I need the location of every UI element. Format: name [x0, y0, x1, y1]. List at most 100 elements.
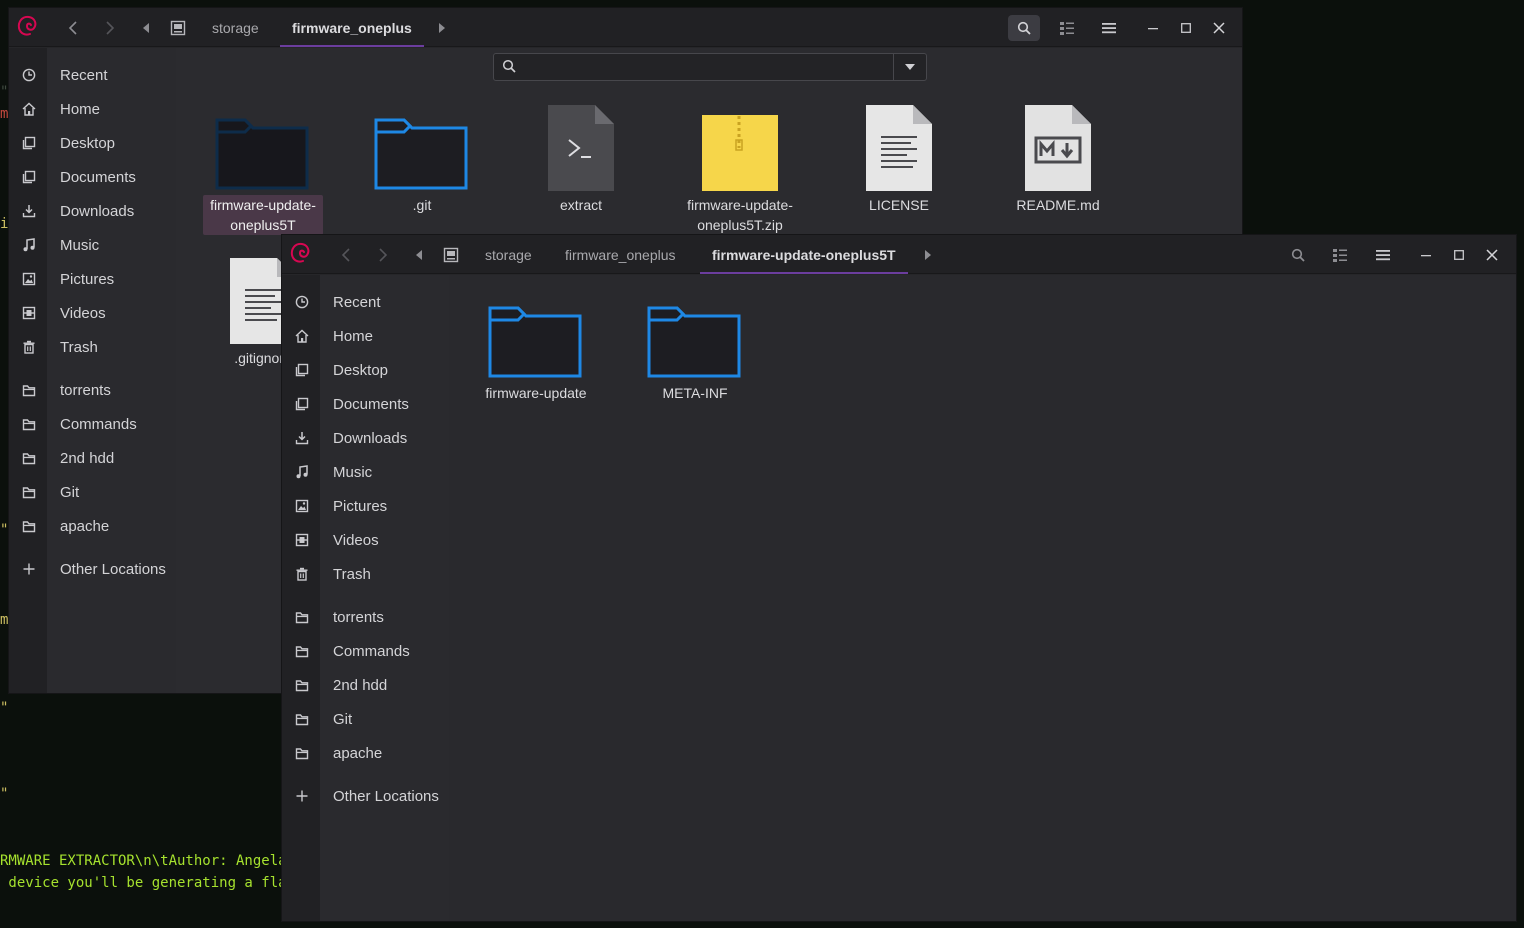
- sidebar-item-trash[interactable]: Trash: [9, 330, 176, 364]
- menu-button[interactable]: [1367, 242, 1399, 268]
- sidebar-item-torrents[interactable]: torrents: [282, 600, 449, 634]
- plus-icon: [294, 788, 310, 804]
- search-toggle-button[interactable]: [1282, 242, 1314, 268]
- sidebar-item-desktop[interactable]: Desktop: [9, 126, 176, 160]
- file-item[interactable]: firmware-update-oneplus5T.zip: [680, 100, 800, 240]
- sidebar-item-home[interactable]: Home: [282, 319, 449, 353]
- window-titlebar[interactable]: storage firmware_oneplus: [9, 8, 1242, 47]
- sidebar-item-git[interactable]: Git: [9, 475, 176, 509]
- sidebar-item-git[interactable]: Git: [282, 702, 449, 736]
- maximize-button[interactable]: [1443, 242, 1475, 268]
- sidebar-item-home[interactable]: Home: [9, 92, 176, 126]
- folder-icon: [294, 609, 310, 625]
- sidebar-item-torrents[interactable]: torrents: [9, 373, 176, 407]
- home-icon: [294, 328, 310, 344]
- sidebar-item-commands[interactable]: Commands: [9, 407, 176, 441]
- script-file-icon: [521, 100, 641, 192]
- path-scroll-right-button[interactable]: [427, 15, 457, 41]
- path-scroll-left-button[interactable]: [131, 15, 161, 41]
- sidebar-item-videos[interactable]: Videos: [9, 296, 176, 330]
- breadcrumb-storage[interactable]: storage: [208, 8, 263, 47]
- drive-icon[interactable]: [162, 15, 194, 41]
- sidebar-item-downloads[interactable]: Downloads: [9, 194, 176, 228]
- folder-icon: [21, 518, 37, 534]
- file-item[interactable]: LICENSE: [839, 100, 959, 240]
- sidebar-item-recent[interactable]: Recent: [282, 285, 449, 319]
- debian-logo-icon: [285, 239, 315, 269]
- sidebar-item-desktop[interactable]: Desktop: [282, 353, 449, 387]
- window-titlebar[interactable]: storage firmware_oneplus firmware-update…: [282, 235, 1516, 274]
- folder-icon: [362, 100, 482, 192]
- sidebar-item-label: 2nd hdd: [333, 676, 388, 694]
- downloads-icon: [21, 203, 37, 219]
- minimize-button[interactable]: [1410, 242, 1442, 268]
- sidebar-item-pictures[interactable]: Pictures: [282, 489, 449, 523]
- zip-file-icon: [680, 100, 800, 192]
- view-options-button[interactable]: [1324, 242, 1356, 268]
- sidebar-item-documents[interactable]: Documents: [282, 387, 449, 421]
- file-view[interactable]: firmware-update META-INF: [449, 275, 1516, 921]
- file-item[interactable]: README.md: [998, 100, 1118, 240]
- file-manager-window-front[interactable]: storage firmware_oneplus firmware-update…: [281, 234, 1517, 922]
- file-name: firmware-update: [485, 385, 587, 401]
- back-button[interactable]: [57, 15, 89, 41]
- sidebar-item-pictures[interactable]: Pictures: [9, 262, 176, 296]
- minimize-button[interactable]: [1137, 15, 1169, 41]
- sidebar-item-other-locations[interactable]: Other Locations: [9, 552, 176, 586]
- drive-icon[interactable]: [435, 242, 467, 268]
- sidebar-item-2nd-hdd[interactable]: 2nd hdd: [282, 668, 449, 702]
- sidebar-item-label: Videos: [60, 304, 106, 322]
- forward-button[interactable]: [94, 15, 126, 41]
- sidebar-item-other-locations[interactable]: Other Locations: [282, 779, 449, 813]
- forward-button[interactable]: [367, 242, 399, 268]
- back-button[interactable]: [330, 242, 362, 268]
- sidebar-item-label: Trash: [60, 338, 98, 356]
- sidebar-item-label: Downloads: [60, 202, 135, 220]
- sidebar-item-label: torrents: [60, 381, 111, 399]
- maximize-button[interactable]: [1170, 15, 1202, 41]
- path-scroll-left-button[interactable]: [404, 242, 434, 268]
- sidebar-item-trash[interactable]: Trash: [282, 557, 449, 591]
- folder-icon: [21, 450, 37, 466]
- search-dropdown-button[interactable]: [893, 54, 926, 80]
- documents-icon: [21, 169, 37, 185]
- sidebar-item-videos[interactable]: Videos: [282, 523, 449, 557]
- search-bar[interactable]: [493, 53, 927, 81]
- breadcrumb-firmware-oneplus[interactable]: firmware_oneplus: [561, 235, 680, 274]
- sidebar-item-downloads[interactable]: Downloads: [282, 421, 449, 455]
- sidebar-item-apache[interactable]: apache: [9, 509, 176, 543]
- close-button[interactable]: [1476, 242, 1508, 268]
- text-file-icon: [839, 100, 959, 192]
- path-scroll-right-button[interactable]: [913, 242, 943, 268]
- breadcrumb-firmware-update-oneplus5t[interactable]: firmware-update-oneplus5T: [700, 235, 908, 274]
- sidebar-item-label: apache: [60, 517, 110, 535]
- menu-button[interactable]: [1093, 15, 1125, 41]
- breadcrumb-firmware-oneplus[interactable]: firmware_oneplus: [280, 8, 424, 47]
- markdown-file-icon: [998, 100, 1118, 192]
- file-item[interactable]: .git: [362, 100, 482, 240]
- desktop-icon: [21, 135, 37, 151]
- breadcrumb-storage[interactable]: storage: [481, 235, 536, 274]
- sidebar-item-label: apache: [333, 744, 383, 762]
- sidebar-item-2nd-hdd[interactable]: 2nd hdd: [9, 441, 176, 475]
- sidebar-item-documents[interactable]: Documents: [9, 160, 176, 194]
- sidebar-item-label: Pictures: [60, 270, 115, 288]
- sidebar-item-apache[interactable]: apache: [282, 736, 449, 770]
- sidebar-item-label: Other Locations: [333, 787, 439, 805]
- file-item[interactable]: META-INF: [635, 288, 755, 428]
- desktop-icon: [294, 362, 310, 378]
- sidebar-item-music[interactable]: Music: [9, 228, 176, 262]
- folder-icon: [294, 677, 310, 693]
- sidebar-item-label: Commands: [60, 415, 137, 433]
- file-item[interactable]: firmware-update: [476, 288, 596, 428]
- file-item[interactable]: firmware-update-oneplus5T: [203, 100, 323, 240]
- close-button[interactable]: [1203, 15, 1235, 41]
- sidebar-item-music[interactable]: Music: [282, 455, 449, 489]
- view-options-button[interactable]: [1051, 15, 1083, 41]
- file-item[interactable]: extract: [521, 100, 641, 240]
- sidebar-item-commands[interactable]: Commands: [282, 634, 449, 668]
- search-toggle-button[interactable]: [1008, 15, 1040, 41]
- sidebar-item-recent[interactable]: Recent: [9, 58, 176, 92]
- sidebar: Recent Home Desktop Documents Downloads Music…: [9, 48, 176, 693]
- sidebar-item-label: Documents: [60, 168, 136, 186]
